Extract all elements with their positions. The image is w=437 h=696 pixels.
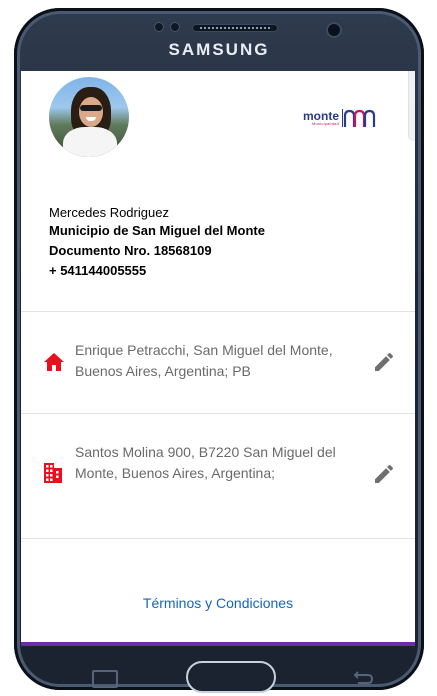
address-text: Enrique Petracchi, San Miguel del Monte,… [75,342,333,379]
terms-link[interactable]: Términos y Condiciones [21,595,415,611]
home-button[interactable] [186,661,276,693]
logo-mark-icon [342,109,376,127]
proximity-sensor [154,22,164,32]
building-icon [44,463,62,483]
home-icon [44,353,64,371]
address-text: Santos Molina 900, B7220 San Miguel del … [75,444,336,481]
user-name: Mercedes Rodriguez [49,205,169,220]
address-item-work[interactable]: Santos Molina 900, B7220 San Miguel del … [21,414,415,538]
front-camera [326,22,342,38]
profile-info: Mercedes Rodriguez Municipio de San Migu… [49,205,265,281]
document-number: Documento Nro. 18568109 [49,243,212,258]
recent-apps-button[interactable] [92,670,118,688]
device-brand: SAMSUNG [168,40,270,59]
light-sensor [170,22,180,32]
edit-pencil-icon[interactable] [372,350,396,374]
municipality-logo: Monte Municipalidad [303,108,378,128]
address-item-home[interactable]: Enrique Petracchi, San Miguel del Monte,… [21,312,415,413]
edit-pencil-icon[interactable] [372,462,396,486]
municipality-name: Municipio de San Miguel del Monte [49,223,265,238]
phone-number: + 541144005555 [49,263,147,278]
back-button[interactable] [352,670,374,684]
earpiece-speaker [192,24,278,32]
scroll-indicator[interactable] [408,71,415,141]
divider [21,538,415,539]
logo-subtitle: Municipalidad [311,121,339,126]
app-screen: Monte Municipalidad Mercedes Rodriguez M… [21,71,415,646]
avatar [49,77,129,157]
